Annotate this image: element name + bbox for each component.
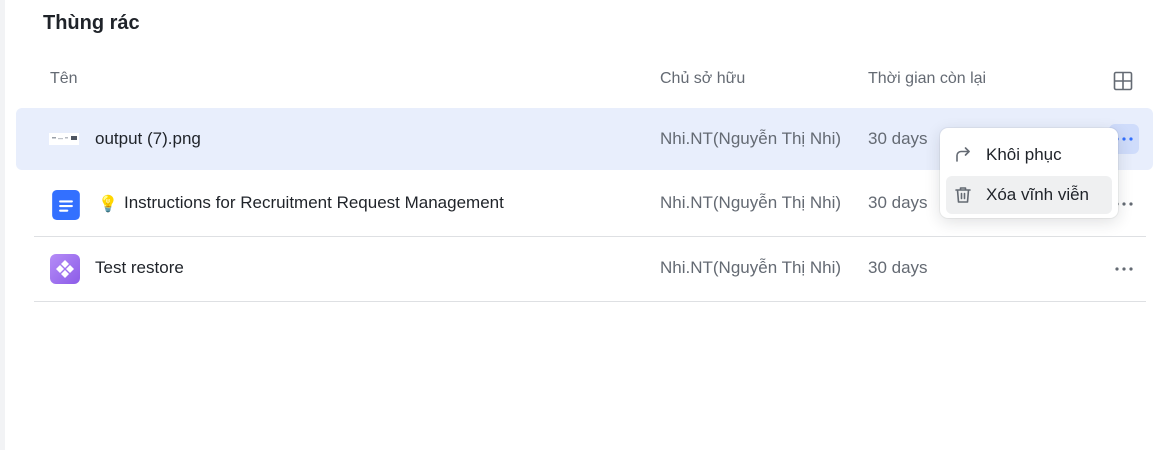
restore-icon [956, 147, 970, 162]
time-left: 30 days [868, 258, 928, 277]
base-app-icon [50, 254, 80, 284]
page-title: Thùng rác [43, 12, 140, 34]
owner-name: Nhi.NT(Nguyễn Thị Nhi) [660, 258, 842, 277]
delete-permanently-menu-item[interactable]: Xóa vĩnh viễn [946, 176, 1112, 214]
file-name[interactable]: output (7).png [95, 129, 201, 149]
owner-name: Nhi.NT(Nguyễn Thị Nhi) [660, 193, 842, 212]
restore-menu-item[interactable]: Khôi phục [946, 136, 1112, 174]
table-row[interactable]: Test restore Nhi.NT(Nguyễn Thị Nhi) 30 d… [34, 237, 1146, 302]
file-name[interactable]: Instructions for Recruitment Request Man… [124, 193, 504, 213]
left-panel-edge [0, 0, 5, 450]
document-icon [52, 190, 80, 220]
image-thumbnail-icon [49, 133, 79, 145]
restore-label: Khôi phục [986, 145, 1062, 164]
time-left: 30 days [868, 129, 928, 148]
context-menu: Khôi phục Xóa vĩnh viễn [940, 128, 1118, 218]
column-header-time-left[interactable]: Thời gian còn lại [868, 70, 986, 88]
grid-view-icon[interactable] [1112, 70, 1134, 92]
time-left: 30 days [868, 193, 928, 212]
owner-name: Nhi.NT(Nguyễn Thị Nhi) [660, 129, 842, 148]
column-header-owner[interactable]: Chủ sở hữu [660, 70, 745, 88]
delete-permanently-label: Xóa vĩnh viễn [986, 185, 1090, 204]
table-header: Tên Chủ sở hữu Thời gian còn lại [34, 58, 1146, 106]
trash-icon [955, 187, 971, 203]
more-options-button[interactable] [1109, 254, 1139, 284]
file-name[interactable]: Test restore [95, 258, 184, 278]
column-header-name[interactable]: Tên [50, 70, 78, 88]
ellipsis-icon [1115, 267, 1133, 271]
lightbulb-emoji-icon: 💡 [98, 196, 118, 213]
